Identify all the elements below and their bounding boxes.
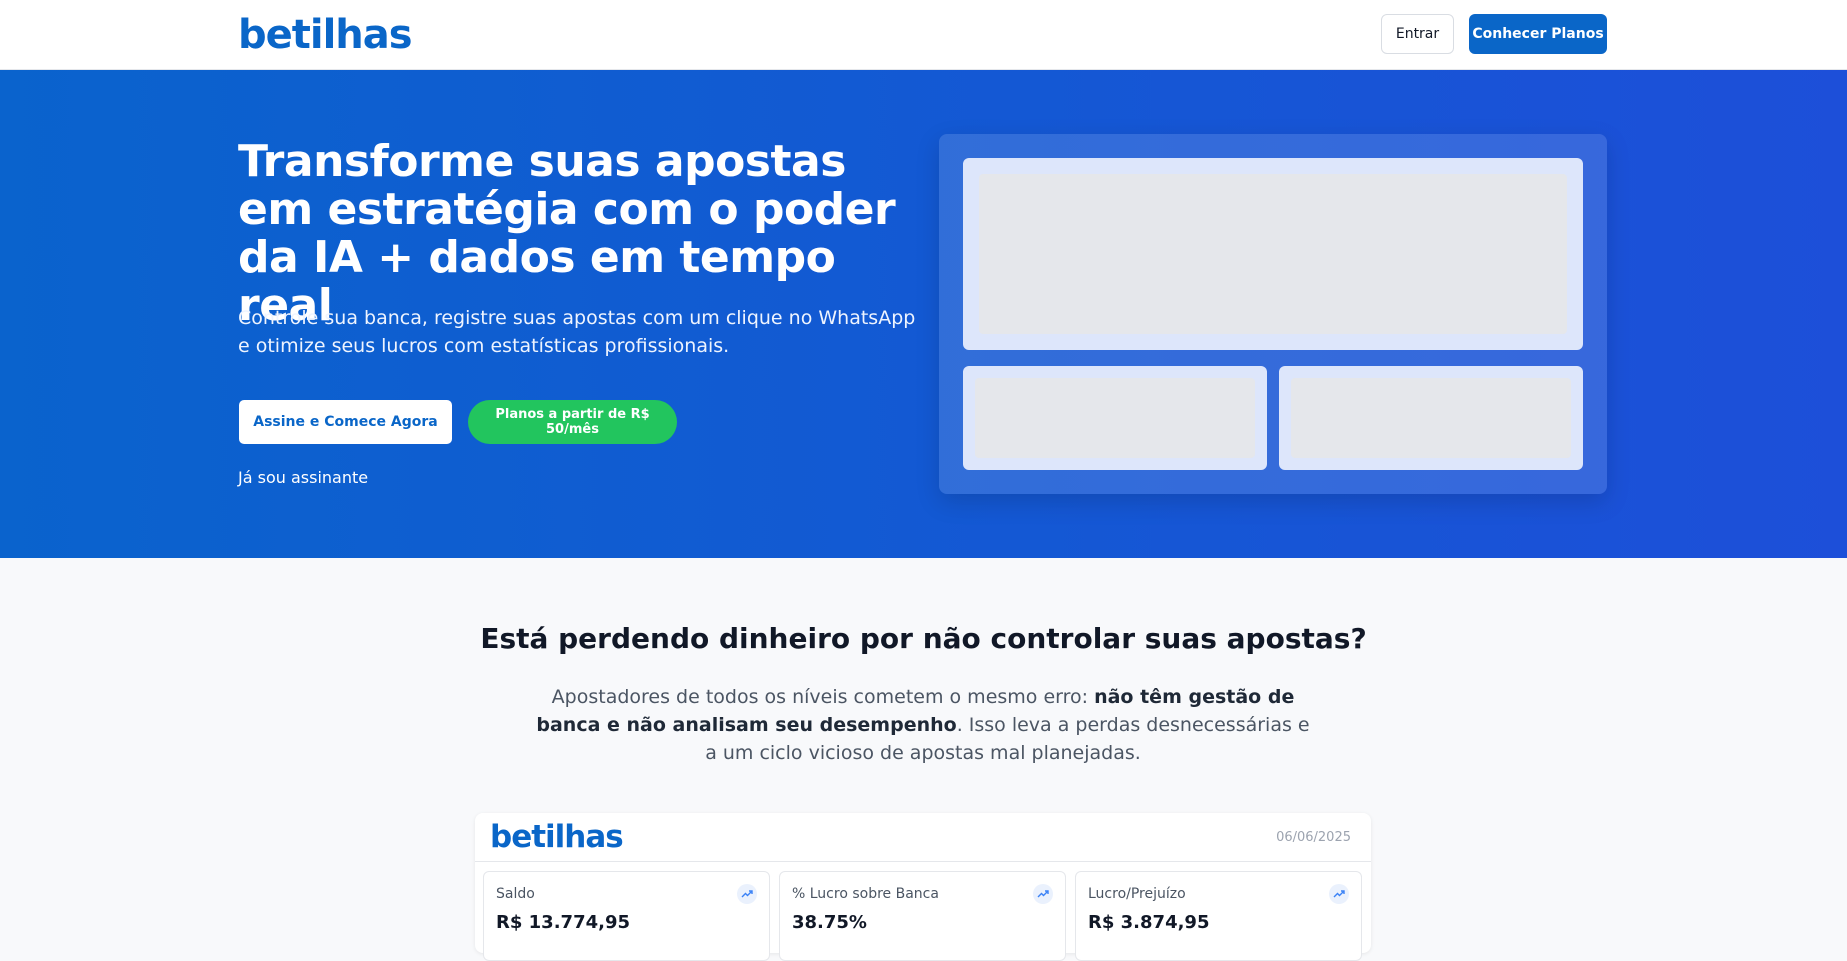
divider — [475, 861, 1371, 862]
mockup-left-panel — [963, 366, 1267, 470]
trending-up-icon — [1033, 884, 1053, 904]
stat-label: Lucro/Prejuízo — [1088, 886, 1186, 902]
problem-title: Está perdendo dinheiro por não controlar… — [480, 622, 1367, 655]
logo-text: betilhas — [238, 12, 413, 58]
mockup-main-panel — [963, 158, 1583, 350]
login-button[interactable]: Entrar — [1381, 14, 1454, 54]
dashboard-logo-text: betilhas — [490, 819, 624, 855]
trending-up-icon — [1329, 884, 1349, 904]
mockup-right-panel — [1279, 366, 1583, 470]
subscribe-button[interactable]: Assine e Comece Agora — [239, 400, 452, 444]
dashboard-preview: betilhas 06/06/2025 Saldo R$ 13.774,95 %… — [475, 813, 1371, 961]
stat-value: 38.75% — [792, 912, 867, 933]
subscriber-login-link[interactable]: Já sou assinante — [238, 468, 368, 487]
stat-card-lucro-banca: % Lucro sobre Banca 38.75% — [779, 871, 1066, 961]
stat-label: % Lucro sobre Banca — [792, 886, 939, 902]
dashboard-date: 06/06/2025 — [1276, 830, 1351, 845]
stat-card-saldo: Saldo R$ 13.774,95 — [483, 871, 770, 961]
stat-card-lucro-prejuizo: Lucro/Prejuízo R$ 3.874,95 — [1075, 871, 1362, 961]
mockup-placeholder — [979, 174, 1567, 334]
dashboard-mockup — [939, 134, 1607, 494]
plans-button[interactable]: Conhecer Planos — [1469, 14, 1607, 54]
brand-logo[interactable]: betilhas — [238, 12, 413, 58]
problem-text-part-1: Apostadores de todos os níveis cometem o… — [551, 686, 1095, 708]
stat-value: R$ 3.874,95 — [1088, 912, 1210, 933]
hero-title: Transforme suas apostas em estratégia co… — [238, 136, 896, 331]
hero-section: Transforme suas apostas em estratégia co… — [0, 70, 1847, 558]
hero-subtitle: Controle sua banca, registre suas aposta… — [238, 307, 916, 357]
trending-up-icon — [737, 884, 757, 904]
mockup-placeholder — [975, 378, 1255, 458]
stat-value: R$ 13.774,95 — [496, 912, 630, 933]
plans-price-button[interactable]: Planos a partir de R$ 50/mês — [468, 400, 677, 444]
problem-text: Apostadores de todos os níveis cometem o… — [533, 683, 1313, 767]
stat-label: Saldo — [496, 886, 535, 902]
mockup-placeholder — [1291, 378, 1571, 458]
top-navbar: betilhas Entrar Conhecer Planos — [0, 0, 1847, 70]
dashboard-logo: betilhas — [490, 819, 624, 855]
